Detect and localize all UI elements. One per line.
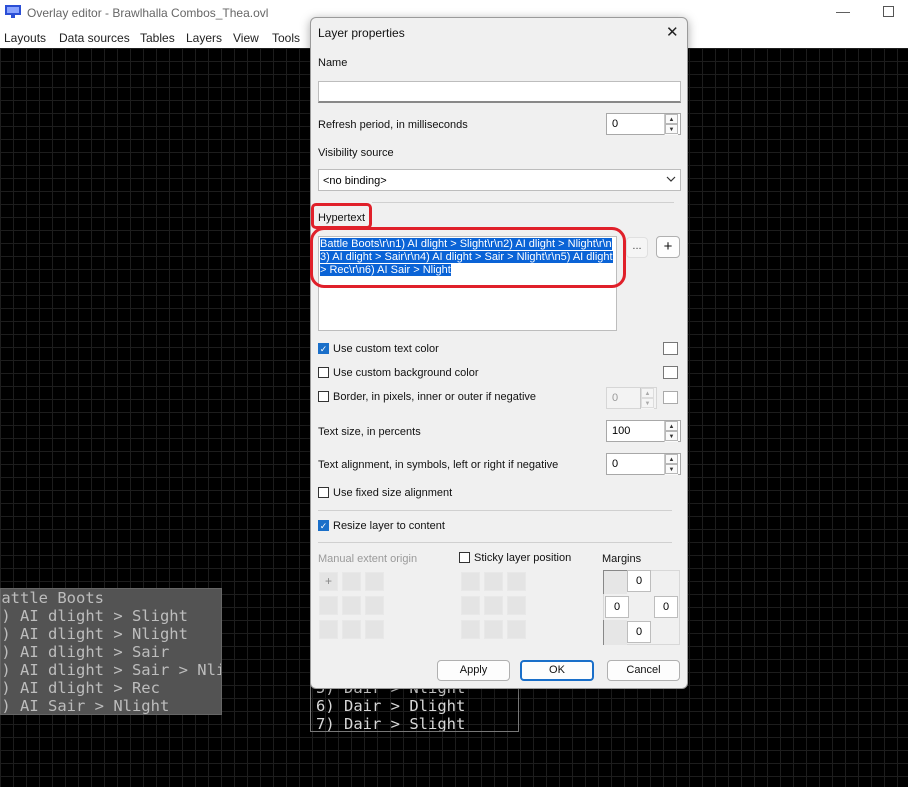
border-color-swatch[interactable]: [663, 391, 678, 404]
sticky-checkbox[interactable]: [459, 552, 470, 563]
margin-left-input[interactable]: 0: [605, 596, 629, 618]
spin-up-icon[interactable]: ▲: [665, 114, 678, 124]
margin-top-input[interactable]: 0: [627, 570, 651, 592]
menu-view[interactable]: View: [233, 31, 259, 45]
layer-line: 4) AI dlight > Sair > Nlight: [1, 661, 221, 679]
origin-cell[interactable]: [342, 572, 361, 591]
minimize-button[interactable]: —: [836, 3, 850, 19]
text-size-label: Text size, in percents: [318, 426, 421, 438]
layer-line: 1) AI dlight > Slight: [0, 607, 188, 625]
ellipsis-button[interactable]: ...: [626, 237, 648, 258]
spin-up-icon[interactable]: ▲: [665, 454, 678, 464]
spin-down-icon[interactable]: ▼: [665, 431, 678, 441]
border-checkbox[interactable]: [318, 391, 329, 402]
spin-up-icon[interactable]: ▲: [641, 388, 654, 398]
border-label: Border, in pixels, inner or outer if neg…: [333, 391, 537, 403]
custom-bg-color-checkbox[interactable]: [318, 367, 329, 378]
sticky-cell[interactable]: [484, 572, 503, 591]
layer-line: Battle Boots: [0, 589, 104, 607]
name-input[interactable]: [318, 81, 681, 103]
menu-data-sources[interactable]: Data sources: [59, 31, 130, 45]
close-icon[interactable]: ✕: [666, 23, 679, 41]
custom-text-color-label: Use custom text color: [333, 343, 439, 355]
layer-line: 6) Dair > Dlight: [316, 697, 466, 715]
border-spin-buttons[interactable]: ▲ ▼: [640, 388, 654, 409]
text-color-swatch[interactable]: [663, 342, 678, 355]
layer-line: 2) AI dlight > Nlight: [0, 625, 188, 643]
resize-label: Resize layer to content: [333, 520, 445, 532]
origin-cell[interactable]: [342, 620, 361, 639]
visibility-label: Visibility source: [318, 147, 394, 159]
text-size-spin-buttons[interactable]: ▲ ▼: [664, 421, 678, 442]
apply-button[interactable]: Apply: [437, 660, 510, 681]
annotation-highlight: [310, 227, 626, 288]
margin-bottom-input[interactable]: 0: [627, 621, 651, 643]
layer-line: 7) Dair > Slight: [316, 715, 466, 732]
text-size-value: 100: [612, 425, 631, 437]
name-label: Name: [318, 57, 348, 69]
sticky-cell[interactable]: [484, 620, 503, 639]
ok-button[interactable]: OK: [520, 660, 594, 681]
divider: [318, 542, 672, 543]
menu-layers[interactable]: Layers: [186, 31, 222, 45]
border-value: 0: [612, 392, 619, 404]
margin-corner: [603, 570, 627, 594]
add-button[interactable]: +: [656, 236, 680, 258]
bg-color-swatch[interactable]: [663, 366, 678, 379]
text-align-spin-buttons[interactable]: ▲ ▼: [664, 454, 678, 475]
custom-bg-color-label: Use custom background color: [333, 367, 479, 379]
app-icon: [5, 5, 21, 18]
layer-line: 5) AI dlight > Rec: [0, 679, 160, 697]
overlay-layer-combos[interactable]: Battle Boots 1) AI dlight > Slight 2) AI…: [0, 588, 222, 715]
dialog-title: Layer properties: [318, 26, 405, 40]
divider: [372, 202, 674, 203]
origin-plus-icon[interactable]: +: [319, 572, 338, 591]
window-title: Overlay editor - Brawlhalla Combos_Thea.…: [27, 6, 269, 20]
sticky-cell[interactable]: [461, 596, 480, 615]
refresh-label: Refresh period, in milliseconds: [318, 119, 468, 131]
origin-cell[interactable]: [342, 596, 361, 615]
text-align-value: 0: [612, 458, 619, 470]
annotation-highlight: [311, 203, 372, 229]
sticky-cell[interactable]: [507, 572, 526, 591]
fixed-size-label: Use fixed size alignment: [333, 487, 453, 499]
sticky-label: Sticky layer position: [474, 552, 572, 564]
origin-cell[interactable]: [365, 620, 384, 639]
spin-down-icon[interactable]: ▼: [665, 124, 678, 134]
maximize-button[interactable]: [883, 6, 894, 17]
origin-cell[interactable]: [365, 596, 384, 615]
visibility-value: <no binding>: [323, 175, 387, 187]
origin-cell[interactable]: [319, 620, 338, 639]
menu-layouts[interactable]: Layouts: [4, 31, 46, 45]
margin-right-input[interactable]: 0: [654, 596, 678, 618]
sticky-cell[interactable]: [507, 620, 526, 639]
layer-line: 6) AI Sair > Nlight: [0, 697, 170, 715]
visibility-select[interactable]: <no binding>: [318, 169, 681, 191]
sticky-cell[interactable]: [507, 596, 526, 615]
origin-cell[interactable]: [319, 596, 338, 615]
refresh-spin-buttons[interactable]: ▲ ▼: [664, 114, 678, 135]
sticky-cell[interactable]: [484, 596, 503, 615]
text-align-label: Text alignment, in symbols, left or righ…: [318, 459, 559, 471]
margins-label: Margins: [602, 553, 642, 565]
chevron-down-icon[interactable]: [666, 176, 676, 183]
divider: [318, 510, 672, 511]
custom-text-color-checkbox[interactable]: ✓: [318, 343, 329, 354]
sticky-cell[interactable]: [461, 620, 480, 639]
cancel-button[interactable]: Cancel: [607, 660, 680, 681]
fixed-size-checkbox[interactable]: [318, 487, 329, 498]
refresh-value: 0: [612, 118, 619, 130]
layer-line: 3) AI dlight > Sair: [0, 643, 170, 661]
menu-tools[interactable]: Tools: [272, 31, 300, 45]
spin-up-icon[interactable]: ▲: [665, 421, 678, 431]
sticky-cell[interactable]: [461, 572, 480, 591]
resize-checkbox[interactable]: ✓: [318, 520, 329, 531]
manual-extent-label: Manual extent origin: [318, 553, 418, 565]
menu-tables[interactable]: Tables: [140, 31, 175, 45]
spin-down-icon[interactable]: ▼: [641, 398, 654, 408]
origin-cell[interactable]: [365, 572, 384, 591]
spin-down-icon[interactable]: ▼: [665, 464, 678, 474]
margin-corner: [603, 620, 627, 645]
